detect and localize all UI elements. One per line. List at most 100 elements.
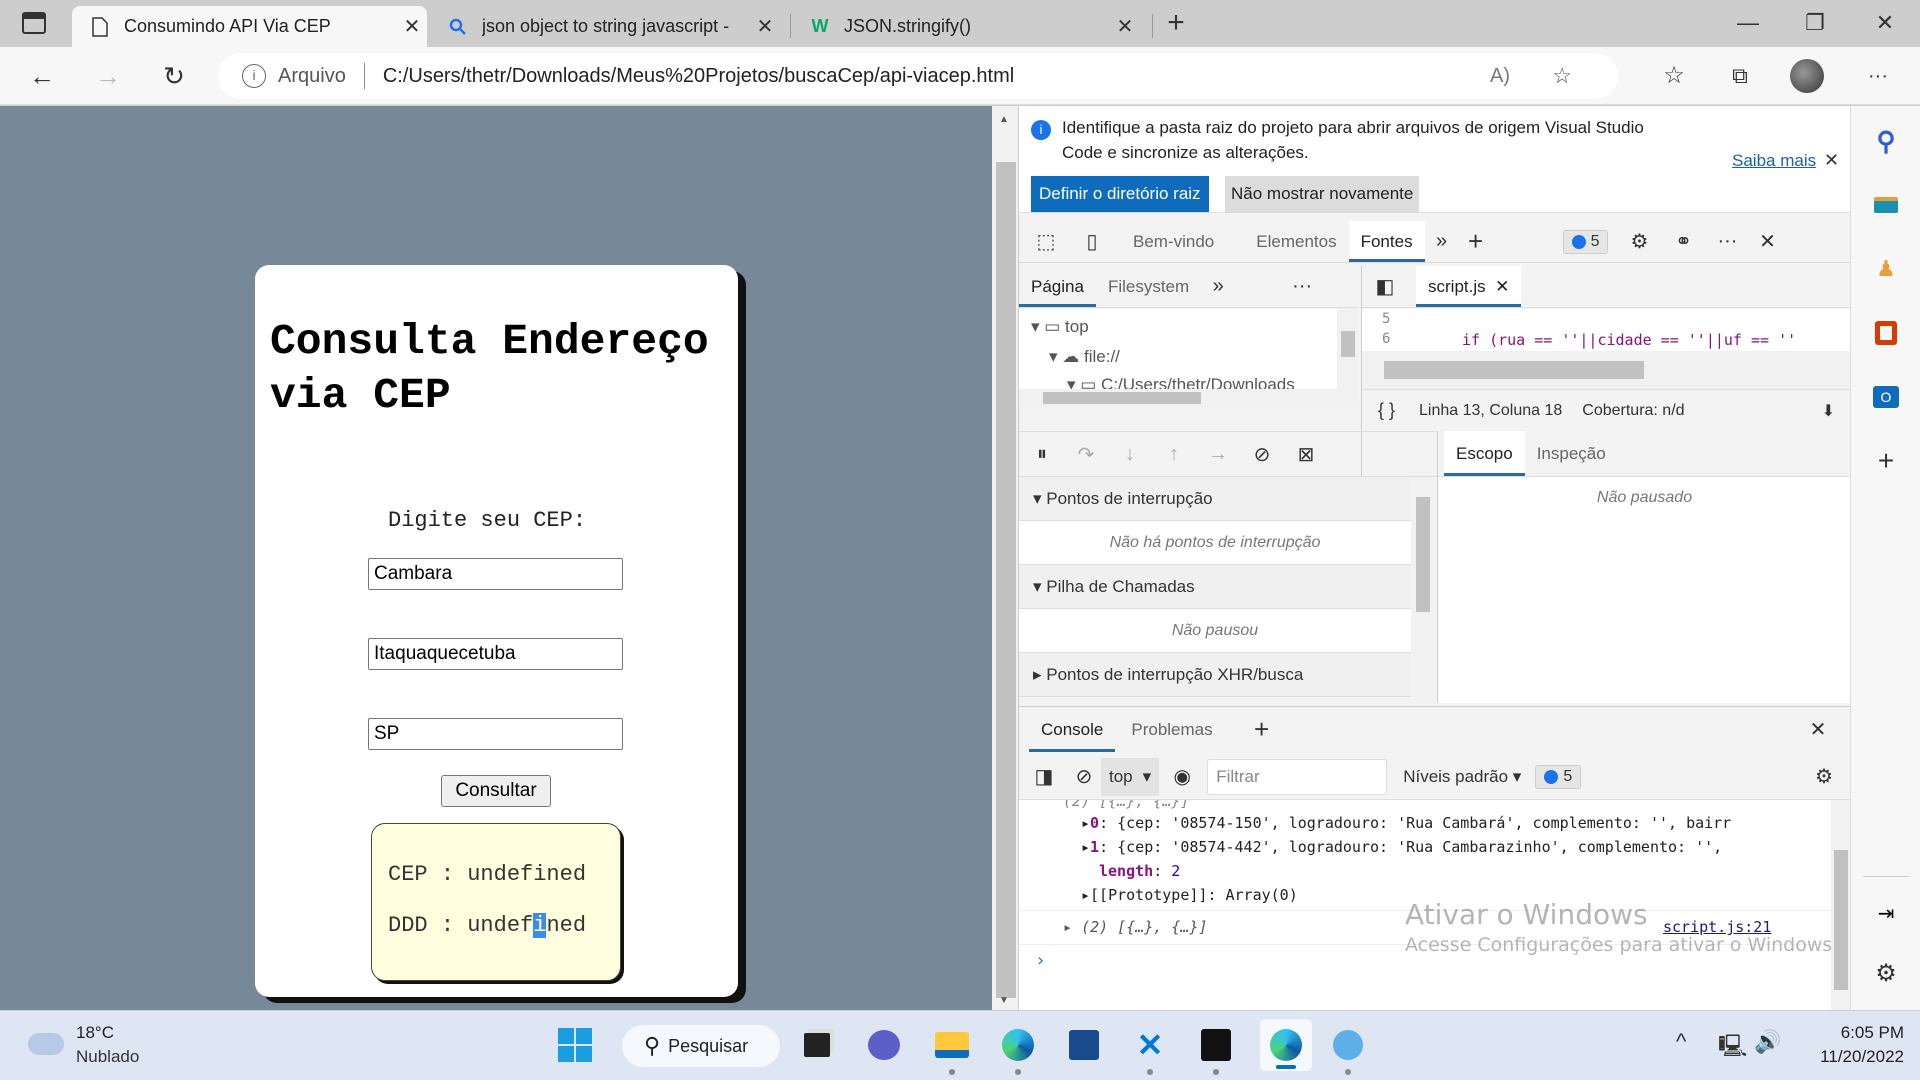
download-icon[interactable]: ⬇ <box>1822 401 1835 421</box>
close-drawer-icon[interactable]: ✕ <box>1801 717 1835 742</box>
console-log-entry[interactable]: ▸ (2) [{…}, {…}] <box>1063 918 1208 936</box>
network-icon[interactable]: 🖳 <box>1718 1029 1747 1067</box>
minimize-button[interactable]: — <box>1723 8 1773 38</box>
taskbar-search[interactable]: ⚲ Pesquisar <box>622 1025 780 1067</box>
learn-more-link[interactable]: Saiba mais <box>1732 151 1816 171</box>
xhr-breakpoints-section[interactable]: ▸ Pontos de interrupção XHR/busca <box>1019 653 1411 697</box>
tab-consumindo-api[interactable]: Consumindo API Via CEP ✕ <box>72 6 427 47</box>
console-filter-input[interactable]: Filtrar <box>1207 758 1388 795</box>
edge-dev-icon[interactable] <box>1260 1019 1312 1071</box>
tab-pagina[interactable]: Página <box>1019 266 1096 307</box>
restore-button[interactable]: ❐ <box>1790 8 1840 38</box>
back-button[interactable]: ← <box>22 57 62 95</box>
close-tab-icon[interactable]: ✕ <box>750 14 780 39</box>
add-drawer-tab-icon[interactable]: + <box>1245 714 1279 745</box>
live-expression-icon[interactable]: ◉ <box>1165 764 1199 789</box>
console-messages-badge[interactable]: 5 <box>1535 764 1582 789</box>
more-tabs-icon[interactable]: » <box>1201 275 1235 298</box>
info-icon[interactable]: i <box>242 64 266 88</box>
equalizer-app-icon[interactable] <box>1194 1023 1238 1075</box>
read-aloud-icon[interactable]: A) <box>1490 65 1510 88</box>
pause-icon[interactable]: ⏸ <box>1025 443 1059 466</box>
console-settings-icon[interactable]: ⚙ <box>1807 764 1841 789</box>
search-icon[interactable]: ⚲ <box>1869 124 1903 158</box>
settings-gear-icon[interactable]: ⚙ <box>1622 229 1656 254</box>
new-tab-button[interactable]: + <box>1158 6 1194 42</box>
more-options-icon[interactable]: ··· <box>1710 230 1744 253</box>
uf-input[interactable]: SP <box>368 718 623 750</box>
teams-chat-icon[interactable] <box>862 1023 906 1067</box>
dont-show-again-button[interactable]: Não mostrar novamente <box>1225 176 1420 212</box>
profile-avatar[interactable] <box>1790 59 1824 93</box>
tree-item-folder[interactable]: ▾ ▭ C:/Users/thetr/Downloads <box>1067 375 1295 389</box>
file-explorer-icon[interactable] <box>930 1023 974 1075</box>
page-scrollbar[interactable]: ▲ ▼ <box>992 106 1018 1010</box>
console-scrollbar[interactable] <box>1831 800 1851 1010</box>
add-favorite-icon[interactable]: ☆ <box>1552 63 1572 89</box>
tree-item-top[interactable]: ▾ ▭ top <box>1031 317 1089 337</box>
tab-console[interactable]: Console <box>1029 707 1116 752</box>
favorites-icon[interactable]: ☆ <box>1654 57 1694 95</box>
forward-button[interactable]: → <box>88 57 128 95</box>
weather-temp[interactable]: 18°C <box>76 1023 114 1043</box>
step-into-icon[interactable]: ↓ <box>1113 443 1147 466</box>
tab-script-js[interactable]: script.js ✕ <box>1416 266 1522 307</box>
vscode-icon[interactable]: ✕ <box>1128 1023 1172 1075</box>
navigator-menu-icon[interactable]: ··· <box>1285 275 1319 298</box>
tree-hscrollbar[interactable] <box>1019 389 1359 407</box>
url-text[interactable]: C:/Users/thetr/Downloads/Meus%20Projetos… <box>383 65 1014 88</box>
office-icon[interactable] <box>1869 316 1903 350</box>
tab-inspecao[interactable]: Inspeção <box>1525 431 1618 476</box>
tree-scrollbar[interactable] <box>1337 309 1359 389</box>
pretty-print-icon[interactable]: { } <box>1378 400 1395 421</box>
device-emulation-icon[interactable]: ▯ <box>1075 229 1109 254</box>
pause-on-exceptions-icon[interactable]: ⊠ <box>1289 442 1323 467</box>
tab-problemas[interactable]: Problemas <box>1119 707 1224 752</box>
collections-icon[interactable]: ⧉ <box>1720 57 1760 95</box>
close-window-button[interactable]: ✕ <box>1860 8 1910 38</box>
step-icon[interactable]: → <box>1201 443 1235 466</box>
tab-escopo[interactable]: Escopo <box>1444 431 1525 476</box>
connect-device-icon[interactable]: ⚭ <box>1666 229 1700 254</box>
address-bar[interactable]: i Arquivo C:/Users/thetr/Downloads/Meus%… <box>218 53 1618 99</box>
outlook-icon[interactable]: O <box>1869 380 1903 414</box>
microsoft-store-icon[interactable] <box>1062 1023 1106 1067</box>
deactivate-breakpoints-icon[interactable]: ⊘ <box>1245 442 1279 467</box>
issues-badge[interactable]: 5 <box>1562 229 1609 254</box>
clear-console-icon[interactable]: ⊘ <box>1067 764 1101 789</box>
context-selector[interactable]: top ▾ <box>1101 757 1160 796</box>
clock-date[interactable]: 11/20/2022 <box>1800 1047 1904 1067</box>
toggle-navigator-icon[interactable]: ◧ <box>1368 274 1402 299</box>
console-item-1[interactable]: ▸1: {cep: '08574-442', logradouro: 'Rua … <box>1081 838 1722 856</box>
show-hidden-icons[interactable]: ^ <box>1676 1029 1686 1055</box>
edge-icon[interactable] <box>996 1023 1040 1075</box>
debugger-scrollbar[interactable] <box>1413 477 1433 702</box>
cidade-input[interactable]: Itaquaquecetuba <box>368 638 623 670</box>
close-infobar-icon[interactable]: ✕ <box>1824 150 1839 171</box>
console-prototype[interactable]: ▸[[Prototype]]: Array(0) <box>1081 886 1298 904</box>
console-item-0[interactable]: ▸0: {cep: '08574-150', logradouro: 'Rua … <box>1081 814 1731 832</box>
scrollbar-thumb[interactable] <box>996 162 1016 998</box>
tab-elementos[interactable]: Elementos <box>1244 221 1348 262</box>
consultar-button[interactable]: Consultar <box>441 775 551 807</box>
tab-json-stringify[interactable]: W JSON.stringify() ✕ <box>792 6 1140 47</box>
hide-sidebar-icon[interactable]: ⇥ <box>1869 896 1903 930</box>
breakpoints-section[interactable]: ▾ Pontos de interrupção <box>1019 477 1411 521</box>
inspect-element-icon[interactable]: ⬚ <box>1029 229 1063 254</box>
sidebar-settings-icon[interactable]: ⚙ <box>1869 956 1903 990</box>
task-view-icon[interactable] <box>795 1023 839 1067</box>
tab-actions-icon[interactable] <box>22 12 46 34</box>
tab-fontes[interactable]: Fontes <box>1348 221 1425 262</box>
close-tab-icon[interactable]: ✕ <box>1110 14 1140 39</box>
games-icon[interactable]: ♟ <box>1869 252 1903 286</box>
close-devtools-icon[interactable]: ✕ <box>1750 229 1784 254</box>
settings-more-icon[interactable]: ··· <box>1858 57 1898 95</box>
tab-filesystem[interactable]: Filesystem <box>1096 266 1201 307</box>
refresh-button[interactable]: ↻ <box>154 57 194 95</box>
weather-condition[interactable]: Nublado <box>76 1047 139 1067</box>
close-tab-icon[interactable]: ✕ <box>397 14 427 39</box>
step-over-icon[interactable]: ↷ <box>1069 442 1103 467</box>
add-tab-icon[interactable]: + <box>1459 226 1493 257</box>
start-icon[interactable] <box>553 1023 597 1067</box>
rua-input[interactable]: Cambara <box>368 558 623 590</box>
